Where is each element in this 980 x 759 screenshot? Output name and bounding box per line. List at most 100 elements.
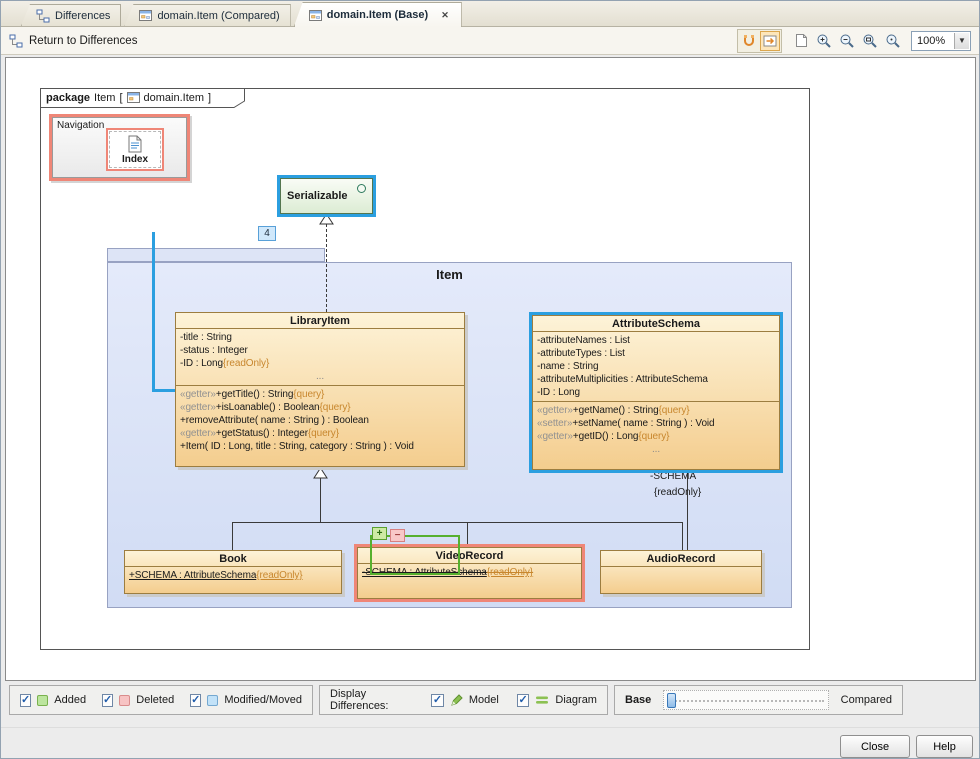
synchronize-views-icon: [762, 33, 778, 49]
tab-differences[interactable]: Differences: [21, 4, 121, 26]
compare-tools-group: [737, 29, 782, 53]
serializable-name: Serializable: [287, 190, 348, 202]
class-book[interactable]: Book +SCHEMA : AttributeSchema{readOnly}: [124, 550, 342, 594]
legend-bar: Added Deleted Modified/Moved Display Dif…: [1, 684, 979, 716]
model-label: Model: [469, 694, 499, 706]
zoom-one-to-one-button[interactable]: [883, 31, 903, 51]
modified-color-swatch: [207, 695, 218, 706]
navigation-note-body: Navigation Index: [52, 117, 187, 178]
fit-in-window-button[interactable]: [860, 31, 880, 51]
modified-connector-line: [152, 232, 155, 392]
zoom-one-to-one-icon: [885, 33, 901, 49]
member: -status : Integer: [176, 344, 464, 357]
realization-arrowhead: [319, 213, 334, 225]
diagram-icon: [139, 10, 152, 21]
zoom-in-icon: [816, 33, 832, 49]
interface-circle-icon: [357, 184, 366, 193]
return-label: Return to Differences: [29, 35, 137, 47]
chevron-down-icon[interactable]: ▼: [954, 33, 969, 49]
class-audio-record[interactable]: AudioRecord: [600, 550, 762, 594]
page-icon: [795, 33, 808, 48]
modified-connector-line: [152, 389, 176, 392]
base-compared-slider[interactable]: [663, 690, 828, 710]
zoom-level-select[interactable]: 100% ▼: [911, 31, 971, 51]
frame-keyword: package: [46, 92, 90, 104]
deleted-color-swatch: [119, 695, 130, 706]
frame-bracket-open: [: [119, 92, 122, 104]
generalization-line: [682, 522, 683, 550]
member: «getter»+getTitle() : String{query}: [176, 388, 464, 401]
print-preview-button[interactable]: [791, 31, 811, 51]
member: «setter»+setName( name : String ) : Void: [533, 417, 779, 430]
class-name: LibraryItem: [176, 313, 464, 329]
zoom-out-button[interactable]: [837, 31, 857, 51]
added-badge-icon[interactable]: +: [372, 527, 387, 540]
slider-track: [668, 700, 823, 702]
toolbar-right-tools: 100% ▼: [737, 29, 971, 53]
zoom-in-button[interactable]: [814, 31, 834, 51]
class-library-item[interactable]: LibraryItem -title : String-status : Int…: [175, 312, 465, 467]
close-tab-icon[interactable]: ✕: [439, 9, 451, 22]
tab-label: Differences: [55, 10, 110, 22]
deleted-badge-icon[interactable]: −: [390, 529, 405, 542]
footer-separator: [1, 727, 979, 728]
tab-domain-item-compared[interactable]: domain.Item (Compared): [124, 4, 290, 26]
serializable-interface[interactable]: Serializable: [280, 178, 373, 214]
association-line: [687, 470, 688, 550]
diagram-icon: [127, 92, 140, 103]
modified-checkbox[interactable]: [190, 694, 201, 707]
navigation-note[interactable]: Navigation Index: [49, 114, 190, 181]
member: ...: [176, 370, 464, 383]
member: «getter»+isLoanable() : Boolean{query}: [176, 401, 464, 414]
deleted-checkbox[interactable]: [102, 694, 113, 707]
member: +removeAttribute( name : String ) : Bool…: [176, 414, 464, 427]
index-element[interactable]: Index: [106, 128, 164, 171]
compared-label: Compared: [841, 694, 892, 706]
added-label: Added: [54, 694, 86, 706]
diagram-icon: [309, 10, 322, 21]
synchronize-views-button[interactable]: [760, 31, 780, 51]
help-button[interactable]: Help: [916, 735, 973, 758]
member: -attributeTypes : List: [533, 347, 779, 360]
member: «getter»+getStatus() : Integer{query}: [176, 427, 464, 440]
member: -name : String: [533, 360, 779, 373]
base-compared-panel: Base Compared: [614, 685, 903, 715]
operations-compartment: «getter»+getName() : String{query}«sette…: [533, 402, 779, 469]
change-count-badge[interactable]: 4: [258, 226, 276, 241]
member: -ID : Long{readOnly}: [176, 357, 464, 370]
frame-ref: domain.Item: [144, 92, 205, 104]
class-name: AttributeSchema: [533, 316, 779, 332]
return-to-differences-button[interactable]: Return to Differences: [9, 34, 137, 48]
item-package-title: Item: [107, 267, 792, 282]
model-checkbox[interactable]: [431, 694, 444, 707]
class-attribute-schema[interactable]: AttributeSchema -attributeNames : List-a…: [532, 315, 780, 470]
diagram-canvas[interactable]: package Item [ domain.Item ] Navigation …: [5, 57, 976, 681]
differences-icon: [36, 9, 50, 23]
tab-domain-item-base[interactable]: domain.Item (Base) ✕: [294, 2, 462, 27]
attributes-compartment: -attributeNames : List-attributeTypes : …: [533, 332, 779, 402]
close-button[interactable]: Close: [840, 735, 910, 758]
class-name: Book: [125, 551, 341, 567]
model-icon: [450, 694, 463, 707]
fit-in-window-icon: [862, 33, 878, 49]
display-differences-panel: Display Differences: Model Diagram: [319, 685, 608, 715]
generalization-line: [320, 478, 321, 522]
added-color-swatch: [37, 695, 48, 706]
diagram-checkbox[interactable]: [517, 694, 530, 707]
deleted-label: Deleted: [136, 694, 174, 706]
member: «getter»+getID() : Long{query}: [533, 430, 779, 443]
modified-label: Modified/Moved: [224, 694, 302, 706]
base-label: Base: [625, 694, 651, 706]
class-name: AudioRecord: [601, 551, 761, 567]
index-label: Index: [122, 154, 148, 165]
tab-label: domain.Item (Compared): [157, 10, 279, 22]
generalization-line: [232, 522, 233, 550]
slider-handle[interactable]: [667, 693, 676, 708]
added-checkbox[interactable]: [20, 694, 31, 707]
item-package-tab[interactable]: [107, 248, 325, 262]
highlight-changes-button[interactable]: [739, 31, 759, 51]
member: -attributeNames : List: [533, 334, 779, 347]
diagram-toolbar: Return to Differences: [1, 27, 979, 55]
added-highlight-box: [370, 535, 460, 575]
tab-label: domain.Item (Base): [327, 9, 428, 21]
